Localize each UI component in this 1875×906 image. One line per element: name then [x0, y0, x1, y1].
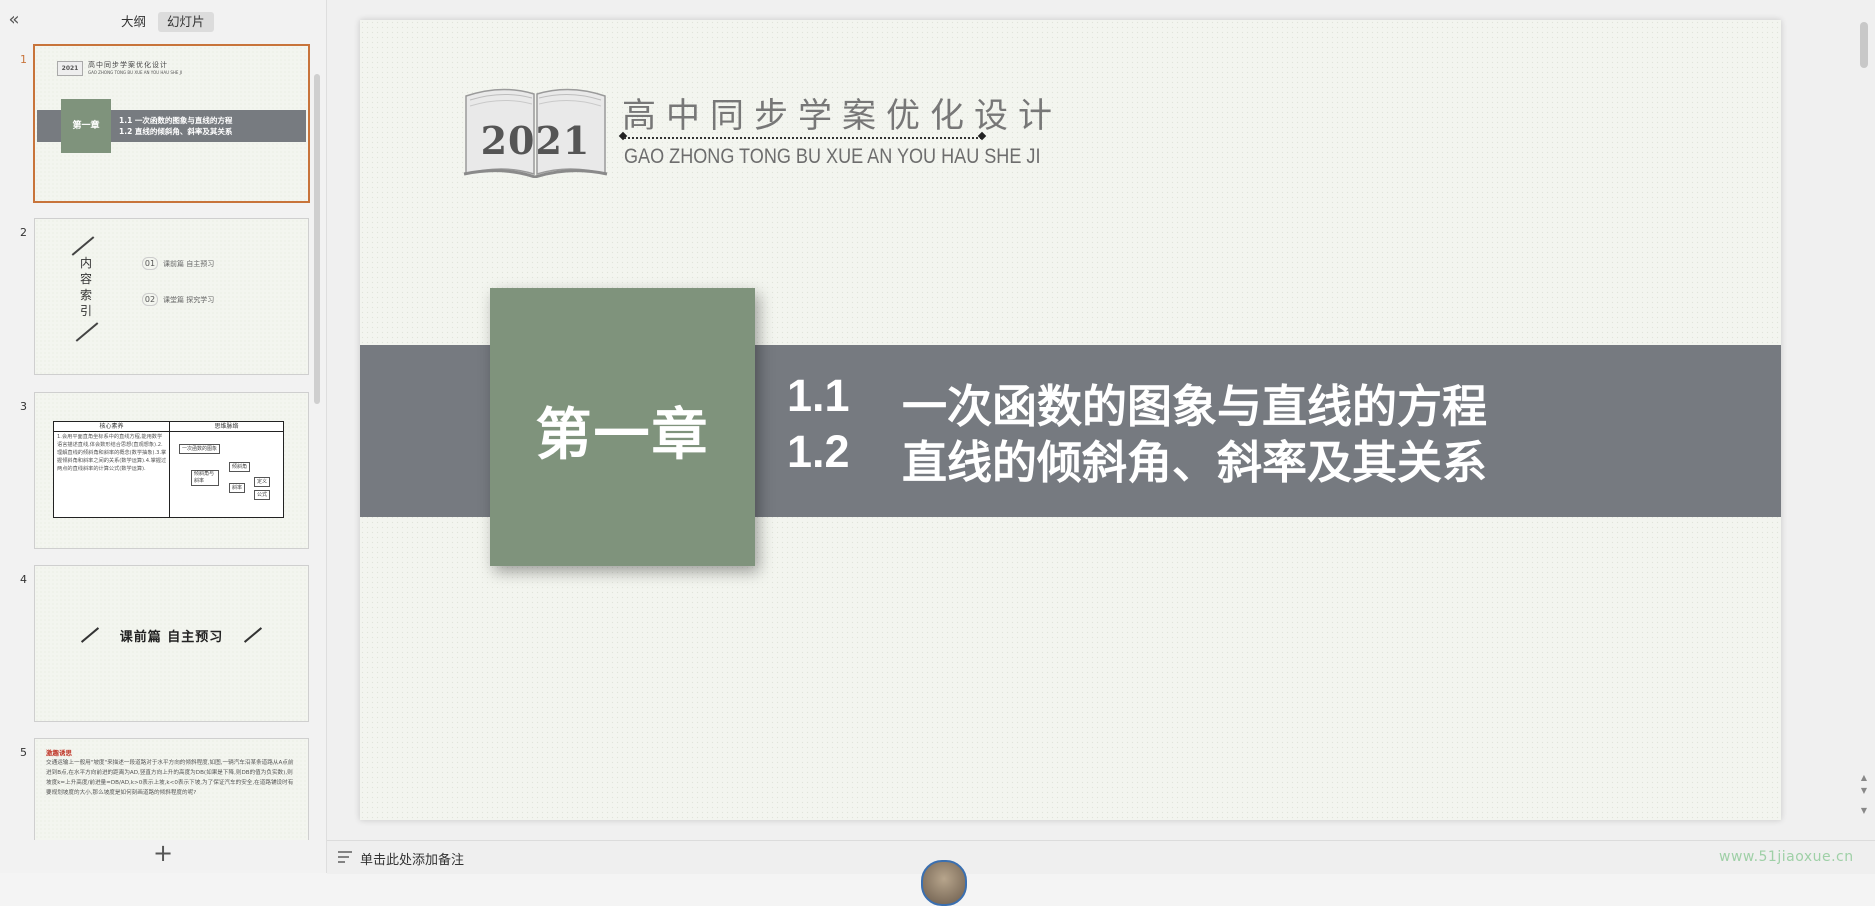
brand-title: 高中同步学案优化设计 [622, 96, 1062, 136]
mindmap-node: 公式 [254, 490, 271, 500]
contents-item-number: 01 [142, 257, 158, 270]
thumbnail-row: 3 核心素养 思维脉络 1.会用平面直角坐标系中的直线方程,能用数学语言描述直线… [0, 392, 326, 552]
thumbnail-row: 2 内 容 索 引 01 课前篇 自主预习 02 课堂篇 探究学习 [0, 218, 326, 378]
slide-thumbnail-1[interactable]: 2021 高中同步学案优化设计 GAO ZHONG TONG BU XUE AN… [33, 44, 310, 203]
slide-number: 1 [20, 53, 27, 66]
slide-number: 4 [20, 573, 27, 586]
contents-item: 01 课前篇 自主预习 [142, 257, 214, 270]
section-title: 直线的倾斜角、斜率及其关系 [902, 436, 1488, 489]
editor-scrollbar[interactable]: ▲ ▼ ▼ [1857, 0, 1871, 840]
slide-thumbnail-4[interactable]: 课前篇 自主预习 [34, 565, 309, 722]
watermark-text: www.51jiaoxue.cn [1719, 849, 1854, 865]
thumbnail-row: 4 课前篇 自主预习 [0, 565, 326, 725]
brand-pinyin: GAO ZHONG TONG BU XUE AN YOU HAU SHE JI [624, 145, 1041, 168]
contents-item-text: 课前篇 自主预习 [163, 260, 215, 268]
contents-vertical-title: 内 容 索 引 [78, 255, 94, 319]
notes-placeholder[interactable]: 单击此处添加备注 [360, 849, 464, 868]
slide-thumbnail-5[interactable]: 激趣诱思 交通运输上一般用"坡度"来描述一段道路对于水平方向的倾斜程度,如图,一… [34, 738, 309, 840]
mindmap-node: 一次函数的图象 [179, 444, 221, 454]
mindmap-node: 倾斜角与斜率 [191, 470, 219, 486]
add-slide-button[interactable]: + [150, 840, 176, 866]
slide-editor: 2021 高中同步学案优化设计 GAO ZHONG TONG BU XUE AN… [327, 0, 1875, 840]
scroll-down-icon[interactable]: ▼ [1859, 806, 1869, 815]
thumb-core-table: 核心素养 思维脉络 1.会用平面直角坐标系中的直线方程,能用数学语言描述直线,体… [53, 421, 284, 518]
section-number: 1.1 [787, 370, 850, 421]
tab-slides[interactable]: 幻灯片 [158, 12, 214, 32]
vertical-char: 内 [79, 256, 92, 270]
chapter-label: 第一章 [535, 403, 710, 468]
thumb-heading: 激趣诱思 [46, 749, 72, 757]
section-title: 课前篇 自主预习 [119, 630, 224, 645]
thumbnail-list: 1 2021 高中同步学案优化设计 GAO ZHONG TONG BU XUE … [0, 42, 326, 840]
collapse-panel-button[interactable]: « [4, 10, 24, 30]
notes-icon [338, 851, 352, 863]
slide-thumbnail-3[interactable]: 核心素养 思维脉络 1.会用平面直角坐标系中的直线方程,能用数学语言描述直线,体… [34, 392, 309, 549]
avatar[interactable] [921, 860, 967, 906]
slide-number: 2 [20, 226, 27, 239]
page-down-icon[interactable]: ▼ [1859, 786, 1869, 795]
dotted-divider [624, 137, 982, 139]
book-icon: 2021 [57, 61, 83, 76]
tab-outline[interactable]: 大纲 [112, 12, 155, 32]
decorative-slash-icon [75, 322, 99, 342]
thumbnail-scrollbar[interactable] [313, 42, 321, 840]
decorative-slash-icon [71, 236, 95, 256]
contents-item: 02 课堂篇 探究学习 [142, 293, 214, 306]
contents-item-number: 02 [142, 293, 158, 306]
table-header: 核心素养 [54, 422, 169, 432]
thumb-brand-title: 高中同步学案优化设计 [88, 61, 168, 69]
vertical-char: 引 [79, 304, 92, 318]
slide-number: 3 [20, 400, 27, 413]
table-header: 思维脉络 [170, 422, 283, 432]
thumb-chapter-label: 第一章 [72, 121, 100, 131]
thumb-body-text: 交通运输上一般用"坡度"来描述一段道路对于水平方向的倾斜程度,如图,一辆汽车沿某… [46, 760, 294, 796]
page-up-icon[interactable]: ▲ [1859, 773, 1869, 782]
thumb-brand-pinyin: GAO ZHONG TONG BU XUE AN YOU HAU SHE JI [88, 70, 183, 75]
slide-number: 5 [20, 746, 27, 759]
scrollbar-thumb[interactable] [314, 74, 320, 404]
scrollbar-thumb[interactable] [1860, 22, 1868, 68]
mindmap-node: 斜率 [229, 483, 246, 493]
vertical-char: 索 [79, 288, 92, 302]
table-divider [169, 422, 170, 517]
slide-thumbnail-2[interactable]: 内 容 索 引 01 课前篇 自主预习 02 课堂篇 探究学习 [34, 218, 309, 375]
thumb-section-1: 1.1 一次函数的图象与直线的方程 [119, 116, 233, 125]
notes-bar[interactable]: 单击此处添加备注 www.51jiaoxue.cn [327, 840, 1875, 906]
thumb-section-2: 1.2 直线的倾斜角、斜率及其关系 [119, 127, 233, 136]
contents-item-text: 课堂篇 探究学习 [163, 296, 215, 304]
thumbnail-row: 5 激趣诱思 交通运输上一般用"坡度"来描述一段道路对于水平方向的倾斜程度,如图… [0, 738, 326, 840]
vertical-char: 容 [79, 272, 92, 286]
core-literacy-text: 1.会用平面直角坐标系中的直线方程,能用数学语言描述直线,体会数形结合思想(直观… [57, 434, 167, 472]
current-slide[interactable]: 2021 高中同步学案优化设计 GAO ZHONG TONG BU XUE AN… [360, 20, 1781, 820]
slide-panel: « 大纲 幻灯片 1 2021 高中同步学案优化设计 GAO ZHONG TON… [0, 0, 327, 873]
section-number: 1.2 [787, 426, 850, 477]
book-year-label: 2021 [480, 118, 591, 163]
thumbnail-row: 1 2021 高中同步学案优化设计 GAO ZHONG TONG BU XUE … [0, 44, 326, 205]
mindmap-node: 倾斜角 [229, 462, 251, 472]
mindmap-node: 定义 [254, 477, 271, 487]
